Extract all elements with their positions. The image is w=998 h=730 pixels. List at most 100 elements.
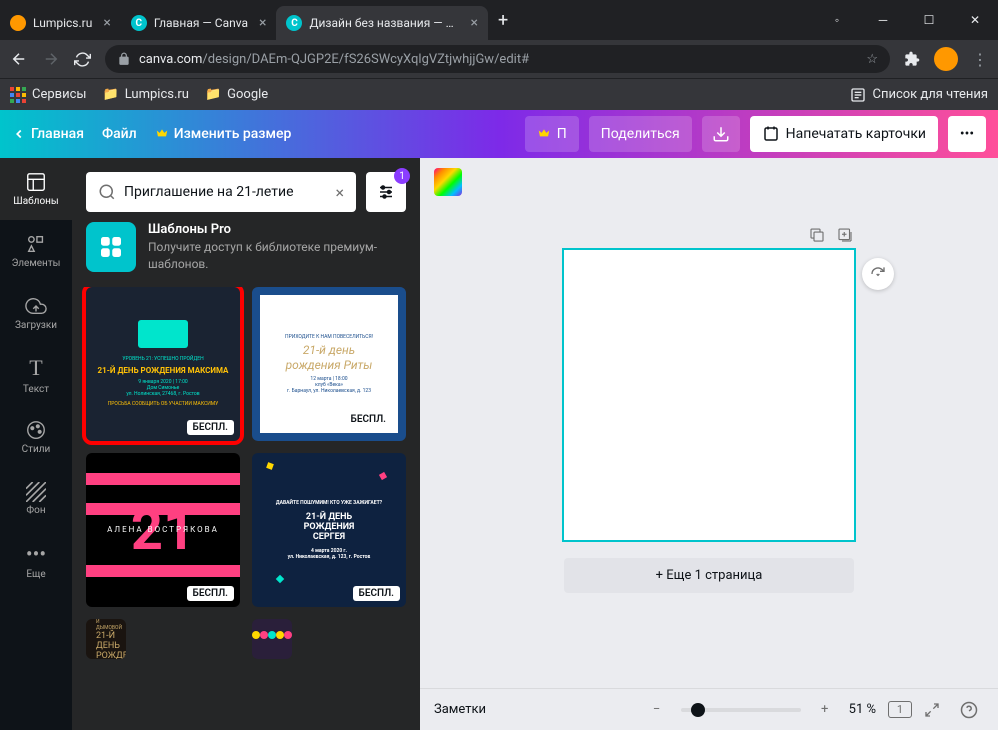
templates-panel: × 1 Шаблоны Pro Получите доступ к библио… bbox=[72, 158, 420, 730]
bookmark-google[interactable]: 📁Google bbox=[205, 87, 268, 102]
notes-button[interactable]: Заметки bbox=[434, 702, 486, 717]
folder-icon: 📁 bbox=[103, 87, 119, 102]
bookmark-lumpics[interactable]: 📁Lumpics.ru bbox=[103, 87, 189, 102]
zoom-slider[interactable] bbox=[681, 708, 801, 712]
favicon-icon bbox=[10, 15, 26, 31]
crown-icon bbox=[155, 127, 169, 141]
add-page-button[interactable]: + Еще 1 страница bbox=[564, 558, 854, 593]
canvas-area: + Еще 1 страница Заметки − + 51 % 1 bbox=[420, 158, 998, 730]
slider-thumb[interactable] bbox=[691, 703, 705, 717]
nav-templates[interactable]: Шаблоны bbox=[0, 158, 72, 220]
chevron-left-icon bbox=[12, 127, 26, 141]
nav-styles[interactable]: Стили bbox=[0, 406, 72, 468]
window-controls: ◦ ─ ☐ ✕ bbox=[814, 0, 998, 40]
shapes-icon bbox=[25, 233, 47, 255]
lock-icon bbox=[117, 52, 131, 66]
side-nav: Шаблоны Элементы Загрузки TТекст Стили Ф… bbox=[0, 158, 72, 730]
extensions-icon[interactable] bbox=[904, 51, 920, 67]
bottom-bar: Заметки − + 51 % 1 bbox=[420, 688, 998, 730]
zoom-out-button[interactable]: − bbox=[645, 702, 669, 717]
browser-tab-active[interactable]: C Дизайн без названия — Пригл × bbox=[276, 6, 487, 40]
help-button[interactable] bbox=[960, 701, 984, 719]
back-button[interactable] bbox=[10, 50, 28, 68]
pro-banner[interactable]: Шаблоны Pro Получите доступ к библиотеке… bbox=[86, 222, 406, 273]
minimize-button[interactable]: ─ bbox=[860, 0, 906, 40]
templates-icon bbox=[25, 171, 47, 193]
close-icon[interactable]: × bbox=[470, 15, 477, 31]
gamepad-illustration bbox=[138, 320, 188, 348]
pro-text: Шаблоны Pro Получите доступ к библиотеке… bbox=[148, 222, 406, 273]
favicon-icon: C bbox=[286, 15, 302, 31]
more-button[interactable]: ••• bbox=[948, 116, 986, 152]
hatch-icon bbox=[26, 482, 46, 502]
rotate-button[interactable] bbox=[862, 258, 894, 290]
color-picker[interactable] bbox=[434, 168, 462, 196]
reload-button[interactable] bbox=[74, 51, 91, 68]
new-tab-button[interactable]: + bbox=[488, 10, 518, 31]
page-actions bbox=[564, 226, 854, 244]
zoom-in-button[interactable]: + bbox=[813, 702, 837, 717]
clear-search-icon[interactable]: × bbox=[335, 183, 344, 202]
browser-titlebar: Lumpics.ru × C Главная — Canva × C Дизай… bbox=[0, 0, 998, 40]
bookmark-services[interactable]: Сервисы bbox=[10, 87, 87, 103]
template-card[interactable]: УРОВЕНЬ 21: УСПЕШНО ПРОЙДЕН 21-Й ДЕНЬ РО… bbox=[86, 287, 240, 441]
print-button[interactable]: Напечатать карточки bbox=[750, 116, 938, 152]
canva-toolbar: Главная Файл Изменить размер П Поделитьс… bbox=[0, 110, 998, 158]
filter-button[interactable]: 1 bbox=[366, 172, 406, 212]
free-badge: БЕСПЛ. bbox=[345, 412, 392, 427]
lights-illustration bbox=[252, 631, 292, 637]
profile-avatar[interactable] bbox=[934, 47, 958, 71]
premium-button[interactable]: П bbox=[525, 116, 579, 152]
main-area: Шаблоны Элементы Загрузки TТекст Стили Ф… bbox=[0, 158, 998, 730]
template-card[interactable]: ДАВАЙТЕ ПОШУМИМ! КТО УЖЕ ЗАЖИГАЕТ? 21-Й … bbox=[252, 453, 406, 607]
browser-tab[interactable]: C Главная — Canva × bbox=[121, 6, 277, 40]
home-button[interactable]: Главная bbox=[12, 126, 84, 142]
nav-more[interactable]: •••Еще bbox=[0, 530, 72, 592]
apps-icon bbox=[10, 87, 26, 103]
reading-list[interactable]: Список для чтения bbox=[850, 87, 988, 103]
close-icon[interactable]: × bbox=[259, 15, 266, 31]
share-button[interactable]: Поделиться bbox=[589, 116, 692, 152]
fullscreen-button[interactable] bbox=[924, 702, 948, 718]
download-button[interactable] bbox=[702, 116, 740, 152]
close-icon[interactable]: × bbox=[103, 15, 110, 31]
free-badge: БЕСПЛ. bbox=[353, 586, 400, 601]
resize-button[interactable]: Изменить размер bbox=[155, 126, 292, 142]
browser-tab[interactable]: Lumpics.ru × bbox=[0, 6, 121, 40]
bookmarks-bar: Сервисы 📁Lumpics.ru 📁Google Список для ч… bbox=[0, 78, 998, 110]
tab-title: Главная — Canva bbox=[154, 16, 248, 30]
nav-background[interactable]: Фон bbox=[0, 468, 72, 530]
zoom-group: − + 51 % 1 bbox=[645, 701, 984, 719]
forward-button[interactable] bbox=[42, 50, 60, 68]
nav-text[interactable]: TТекст bbox=[0, 344, 72, 406]
search-row: × 1 bbox=[72, 158, 420, 222]
search-box[interactable]: × bbox=[86, 172, 356, 212]
close-button[interactable]: ✕ bbox=[952, 0, 998, 40]
nav-uploads[interactable]: Загрузки bbox=[0, 282, 72, 344]
template-card[interactable]: ПРИХОДИТЕ К НАМ ПОВЕСЕЛИТЬСЯ! 21-й деньр… bbox=[252, 287, 406, 441]
template-card[interactable] bbox=[252, 619, 292, 659]
menu-icon[interactable]: ⋮ bbox=[972, 50, 988, 69]
folder-icon: 📁 bbox=[205, 87, 221, 102]
add-page-icon[interactable] bbox=[836, 226, 854, 244]
page-indicator[interactable]: 1 bbox=[888, 701, 912, 718]
search-input[interactable] bbox=[124, 184, 327, 200]
tab-title: Lumpics.ru bbox=[33, 16, 92, 30]
url-field[interactable]: canva.com/design/DAEm-QJGP2E/fS26SWcyXql… bbox=[105, 45, 890, 73]
nav-elements[interactable]: Элементы bbox=[0, 220, 72, 282]
zoom-value: 51 % bbox=[849, 702, 876, 717]
template-card[interactable]: БАЛЕТ ВОЛГИНОЙ И ДЫМОВОЙ 21-Й ДЕНЬ РОЖДЕ… bbox=[86, 619, 126, 659]
url-bar: canva.com/design/DAEm-QJGP2E/fS26SWcyXql… bbox=[0, 40, 998, 78]
bookmark-star-icon[interactable]: ☆ bbox=[866, 52, 878, 67]
text-icon: T bbox=[29, 355, 42, 381]
extension-icon[interactable]: ◦ bbox=[814, 0, 860, 40]
canvas-page[interactable] bbox=[564, 250, 854, 540]
canvas-body[interactable]: + Еще 1 страница bbox=[420, 206, 998, 688]
pro-title: Шаблоны Pro bbox=[148, 222, 406, 237]
file-menu[interactable]: Файл bbox=[102, 126, 137, 142]
crown-icon bbox=[537, 127, 551, 141]
maximize-button[interactable]: ☐ bbox=[906, 0, 952, 40]
template-card[interactable]: 21 АЛЕНА ВОСТРЯКОВА БЕСПЛ. bbox=[86, 453, 240, 607]
favicon-icon: C bbox=[131, 15, 147, 31]
duplicate-page-icon[interactable] bbox=[808, 226, 826, 244]
